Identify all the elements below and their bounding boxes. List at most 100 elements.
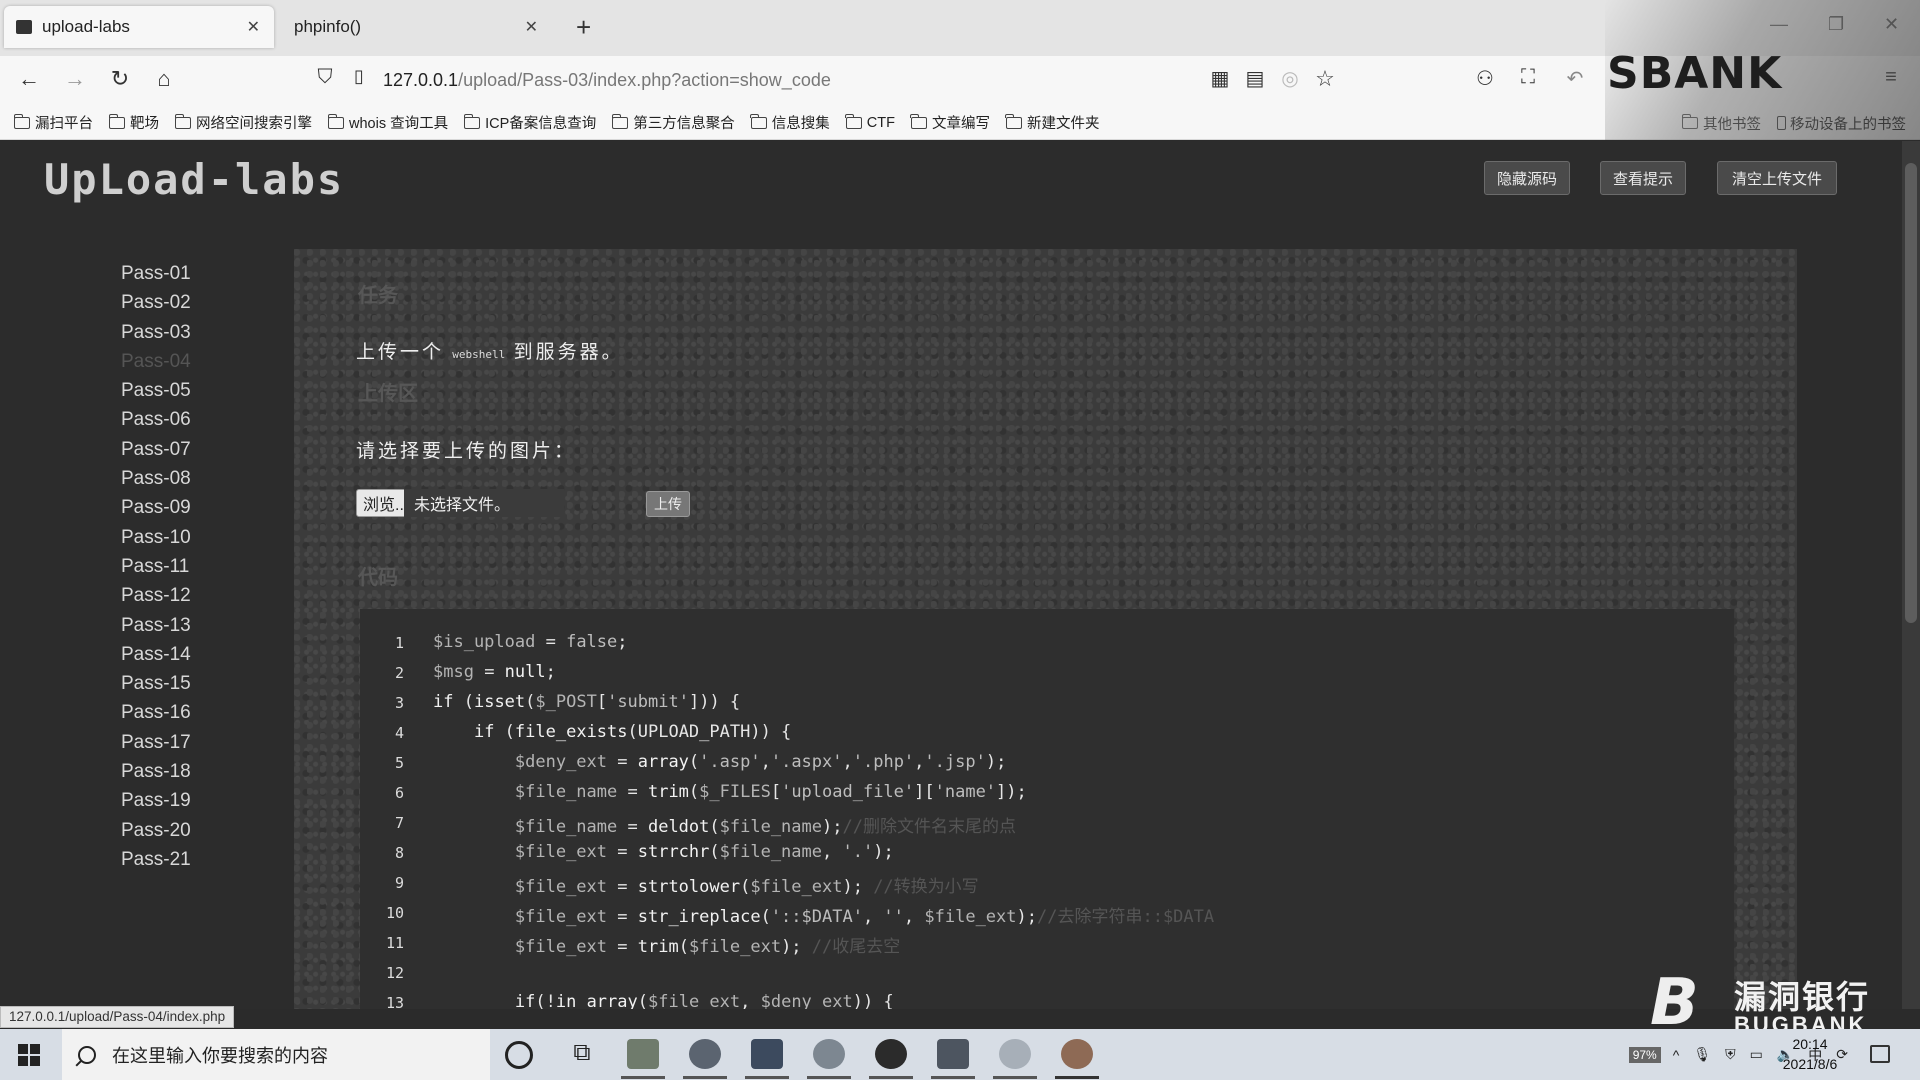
line-number: 6 [394,784,404,802]
reader-mode-icon[interactable]: ▤ [1240,66,1270,91]
active-indicator [621,1076,665,1079]
line-number: 7 [394,814,404,832]
bookmark-star-icon[interactable]: ☆ [1310,66,1340,92]
clock[interactable]: 20:14 2021/8/6 [1770,1034,1850,1074]
new-tab-button[interactable]: + [576,12,591,43]
app-icon[interactable] [689,1039,721,1069]
folder-icon [910,113,927,129]
chrome-icon[interactable] [813,1039,845,1069]
page-scrollbar[interactable] [1902,141,1920,1009]
bookmark-folder[interactable]: 新建文件夹 [1005,112,1099,133]
minimize-icon[interactable]: — [1770,14,1788,35]
restore-icon[interactable]: ❐ [1828,14,1844,35]
upload-area-title: 上传区 [358,383,418,405]
scrollbar-thumb[interactable] [1905,163,1917,623]
tool-icon[interactable] [937,1039,969,1069]
address-bar[interactable]: 127.0.0.1/upload/Pass-03/index.php?actio… [383,70,831,91]
menu-item-pass-06[interactable]: Pass-06 [121,405,191,434]
menu-item-pass-13[interactable]: Pass-13 [121,611,191,640]
undo-icon[interactable]: ↶ [1560,66,1590,91]
active-indicator [807,1076,851,1079]
bookmark-folder[interactable]: 靶场 [108,112,159,133]
security-icon[interactable]: ⛨ [1725,1046,1736,1063]
menu-item-pass-21[interactable]: Pass-21 [121,845,191,874]
menu-item-pass-10[interactable]: Pass-10 [121,523,191,552]
show-hidden-icon[interactable]: ^ [1673,1047,1680,1063]
windows-start-icon[interactable] [18,1044,40,1066]
bookmark-folder[interactable]: 信息搜集 [750,112,830,133]
menu-item-pass-08[interactable]: Pass-08 [121,464,191,493]
tab-phpinfo[interactable]: phpinfo() ✕ [282,6,552,48]
crop-icon[interactable]: ⛶ [1513,66,1543,89]
menu-item-pass-20[interactable]: Pass-20 [121,816,191,845]
menu-item-pass-02[interactable]: Pass-02 [121,288,191,317]
close-window-icon[interactable]: ✕ [1884,14,1899,35]
cortana-icon[interactable] [505,1041,533,1069]
qr-code-icon[interactable]: ▦ [1205,66,1235,91]
notification-icon[interactable] [1870,1045,1890,1063]
line-number: 13 [385,994,404,1009]
folder-icon [1005,113,1022,129]
menu-item-pass-12[interactable]: Pass-12 [121,581,191,610]
reload-icon[interactable]: ↻ [105,66,135,92]
bookmark-label: 靶场 [130,116,159,132]
menu-item-pass-15[interactable]: Pass-15 [121,669,191,698]
menu-item-pass-04[interactable]: Pass-04 [121,347,191,376]
app-dark-icon[interactable] [875,1039,907,1069]
tab-upload-labs[interactable]: upload-labs ✕ [4,6,274,48]
task-view-icon[interactable]: ⧉ [566,1039,598,1069]
extension-icon[interactable]: ⚇ [1470,66,1500,91]
menu-item-pass-03[interactable]: Pass-03 [121,318,191,347]
bookmark-label: CTF [866,114,895,131]
forward-arrow-icon[interactable]: → [60,66,90,92]
close-tab-icon[interactable]: ✕ [247,17,260,37]
code-text: $file_ext = trim($file_ext); //收尾去空 [514,937,901,957]
menu-item-pass-11[interactable]: Pass-11 [121,552,191,581]
code-line: 3 if (isset($_POST['submit'])) { [360,689,1734,719]
close-tab-icon[interactable]: ✕ [525,17,538,37]
battery-indicator[interactable]: 97% [1628,1046,1661,1063]
firefox-icon[interactable] [1061,1039,1093,1069]
hide-source-button[interactable]: 隐藏源码 [1484,161,1570,195]
folder-icon [327,113,344,129]
other-bookmarks[interactable]: 其他书签 [1681,113,1761,134]
shield-icon[interactable]: ⛉ [310,66,340,89]
menu-item-pass-19[interactable]: Pass-19 [121,786,191,815]
menu-icon[interactable]: ≡ [1876,66,1906,89]
bookmark-folder[interactable]: 第三方信息聚合 [611,112,735,133]
line-number: 5 [394,754,404,772]
clock-time: 20:14 [1792,1036,1828,1052]
code-line: 1 $is_upload = false; [360,629,1734,659]
bookmark-folder[interactable]: CTF [845,113,895,131]
screenshot-icon[interactable]: ◎ [1275,66,1305,91]
tab-label: phpinfo() [294,17,362,36]
menu-item-pass-05[interactable]: Pass-05 [121,376,191,405]
menu-item-pass-17[interactable]: Pass-17 [121,728,191,757]
upload-submit-button[interactable]: 上传 [646,491,690,517]
back-arrow-icon[interactable]: ← [14,66,44,92]
bookmark-folder[interactable]: 网络空间搜索引擎 [174,112,312,133]
bookmark-folder[interactable]: ICP备案信息查询 [463,112,596,133]
menu-item-pass-07[interactable]: Pass-07 [121,435,191,464]
view-hint-button[interactable]: 查看提示 [1600,161,1686,195]
menu-item-pass-01[interactable]: Pass-01 [121,259,191,288]
bookmark-label: 漏扫平台 [35,116,93,132]
upload-prompt: 请选择要上传的图片： [356,441,577,462]
mobile-bookmarks[interactable]: 移动设备上的书签 [1777,113,1906,134]
avatar-app-icon[interactable] [999,1039,1031,1069]
clear-uploads-button[interactable]: 清空上传文件 [1717,161,1837,195]
menu-item-pass-14[interactable]: Pass-14 [121,640,191,669]
menu-item-pass-16[interactable]: Pass-16 [121,698,191,727]
menu-item-pass-09[interactable]: Pass-09 [121,493,191,522]
microphone-icon[interactable]: 🎙 [1693,1046,1711,1063]
bookmark-folder[interactable]: 漏扫平台 [13,112,93,133]
file-manager-icon[interactable] [627,1039,659,1069]
network-icon[interactable]: ▭ [1750,1046,1763,1063]
home-icon[interactable]: ⌂ [149,66,179,92]
menu-item-pass-18[interactable]: Pass-18 [121,757,191,786]
taskbar-search-box[interactable]: 在这里输入你要搜索的内容 [62,1029,490,1080]
bookmark-label: 第三方信息聚合 [633,116,735,132]
bookmark-folder[interactable]: 文章编写 [910,112,990,133]
bookmark-folder[interactable]: whois 查询工具 [327,112,448,133]
powerpoint-icon[interactable] [751,1039,783,1069]
